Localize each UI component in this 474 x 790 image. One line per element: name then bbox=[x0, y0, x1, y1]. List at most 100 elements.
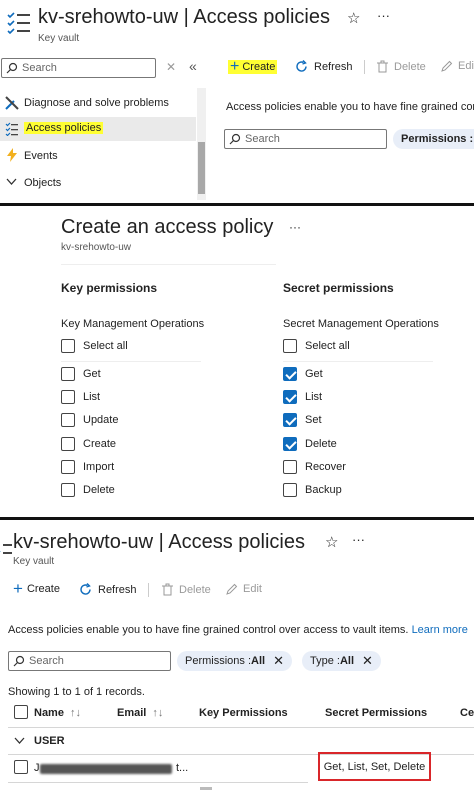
favorite-star-icon[interactable]: ☆ bbox=[347, 9, 360, 27]
permissions-filter-label: Permissions : bbox=[185, 655, 252, 667]
collapse-sidebar-icon[interactable]: « bbox=[189, 58, 197, 74]
create-button-label: Create bbox=[26, 583, 60, 595]
trash-icon bbox=[377, 60, 388, 73]
sidebar-scrollbar[interactable] bbox=[197, 88, 206, 200]
permission-checkbox[interactable] bbox=[283, 367, 297, 381]
row-email: t... bbox=[176, 762, 189, 774]
edit-button[interactable]: Edi bbox=[441, 60, 474, 72]
column-header-secret-permissions[interactable]: Secret Permissions bbox=[325, 707, 427, 719]
learn-more-link[interactable]: Learn more bbox=[412, 624, 468, 636]
user-group-toggle[interactable]: USER bbox=[14, 735, 65, 747]
refresh-button[interactable]: Refresh bbox=[79, 583, 137, 596]
key-select-all-checkbox[interactable] bbox=[61, 339, 75, 353]
plus-icon: + bbox=[230, 58, 240, 75]
pencil-icon bbox=[226, 583, 238, 595]
column-header-label: Email bbox=[117, 707, 147, 719]
key-select-all-label: Select all bbox=[83, 340, 128, 352]
page-subtitle: Key vault bbox=[13, 556, 55, 567]
column-header-email[interactable]: Email ↑↓ bbox=[117, 707, 163, 719]
page-title: kv-srehowto-uw | Access policies bbox=[13, 531, 305, 553]
refresh-icon bbox=[296, 60, 307, 72]
column-header-name[interactable]: Name ↑↓ bbox=[34, 707, 81, 719]
permissions-filter-value: All bbox=[251, 655, 266, 667]
sidebar-item-objects[interactable]: Objects bbox=[0, 172, 196, 194]
more-options-icon[interactable]: ··· bbox=[377, 8, 390, 23]
type-filter-pill[interactable]: Type : All ✕ bbox=[302, 651, 381, 671]
permission-checkbox[interactable] bbox=[61, 367, 75, 381]
content-search-input[interactable]: Search bbox=[8, 651, 171, 671]
column-header-ce[interactable]: Ce bbox=[460, 707, 474, 719]
secret-permissions-heading: Secret permissions bbox=[283, 281, 394, 295]
favorite-star-icon[interactable]: ☆ bbox=[325, 533, 338, 551]
edit-button[interactable]: Edit bbox=[226, 583, 262, 595]
content-search-input[interactable]: Search bbox=[224, 129, 387, 149]
row-divider bbox=[8, 782, 308, 783]
permission-checkbox[interactable] bbox=[61, 460, 75, 474]
group-label: USER bbox=[34, 735, 65, 747]
permission-checkbox[interactable] bbox=[283, 437, 297, 451]
secret-select-all-checkbox[interactable] bbox=[283, 339, 297, 353]
permission-label: Delete bbox=[83, 484, 115, 496]
select-all-divider bbox=[61, 361, 201, 362]
pencil-icon bbox=[441, 60, 453, 72]
sidebar-search-input[interactable]: Search bbox=[1, 58, 156, 78]
permission-checkbox[interactable] bbox=[283, 390, 297, 404]
remove-filter-icon[interactable]: ✕ bbox=[273, 653, 284, 669]
page-title: kv-srehowto-uw | Access policies bbox=[38, 6, 330, 28]
more-options-icon[interactable]: ··· bbox=[289, 220, 301, 234]
info-text-body: Access policies enable you to have fine … bbox=[8, 624, 409, 636]
permission-label: Get bbox=[305, 368, 323, 380]
permission-checkbox[interactable] bbox=[283, 483, 297, 497]
more-options-icon[interactable]: ··· bbox=[352, 532, 365, 547]
panel-vault-access-policies-top: kv-srehowto-uw | Access policies Key vau… bbox=[0, 0, 474, 204]
delete-button-label: Delete bbox=[179, 583, 211, 596]
permission-label: Recover bbox=[305, 461, 346, 473]
column-header-key-permissions[interactable]: Key Permissions bbox=[199, 707, 288, 719]
clear-filter-icon[interactable]: ✕ bbox=[166, 60, 176, 74]
remove-filter-icon[interactable]: ✕ bbox=[362, 653, 373, 669]
secret-select-all-label: Select all bbox=[305, 340, 350, 352]
permission-checkbox[interactable] bbox=[283, 413, 297, 427]
sort-arrows-icon: ↑↓ bbox=[152, 707, 164, 719]
delete-button[interactable]: Delete bbox=[377, 60, 426, 73]
permission-checkbox[interactable] bbox=[61, 437, 75, 451]
toolbar-divider bbox=[364, 60, 365, 74]
permission-label: Update bbox=[83, 414, 119, 426]
permission-checkbox[interactable] bbox=[61, 390, 75, 404]
sidebar-item-events[interactable]: Events bbox=[0, 145, 196, 167]
search-icon bbox=[6, 62, 18, 74]
blade-subtitle: kv-srehowto-uw bbox=[61, 242, 132, 253]
chevron-down-icon bbox=[14, 737, 25, 744]
create-button[interactable]: + Create bbox=[228, 58, 278, 76]
permissions-filter-label: Permissions : A bbox=[401, 133, 474, 145]
toolbar-divider bbox=[148, 583, 149, 597]
records-count: Showing 1 to 1 of 1 records. bbox=[8, 686, 145, 698]
sidebar-item-access-policies[interactable]: Access policies bbox=[0, 117, 196, 141]
sidebar-scrollbar-thumb[interactable] bbox=[198, 142, 205, 194]
select-all-rows-checkbox[interactable] bbox=[14, 705, 28, 719]
table-row[interactable]: J t... Get, List, Set, Delete bbox=[8, 752, 474, 784]
permission-label: Get bbox=[83, 368, 101, 380]
diagnose-wrench-icon bbox=[5, 96, 19, 110]
panel-vault-access-policies-list: kv-srehowto-uw | Access policies Key vau… bbox=[0, 520, 474, 790]
row-checkbox[interactable] bbox=[14, 760, 28, 774]
permission-checkbox[interactable] bbox=[61, 483, 75, 497]
permission-checkbox[interactable] bbox=[283, 460, 297, 474]
sort-arrows-icon: ↑↓ bbox=[69, 707, 81, 719]
sidebar-item-label: Objects bbox=[24, 177, 62, 189]
permission-label: List bbox=[305, 391, 323, 403]
refresh-button[interactable]: Refresh bbox=[295, 60, 353, 73]
create-button[interactable]: + Create bbox=[13, 580, 60, 597]
permission-checkbox[interactable] bbox=[61, 413, 75, 427]
permissions-filter-pill[interactable]: Permissions : All ✕ bbox=[177, 651, 292, 671]
panel-create-access-policy: Create an access policy ··· kv-srehowto-… bbox=[0, 206, 474, 517]
refresh-button-label: Refresh bbox=[314, 60, 353, 73]
permissions-filter-pill[interactable]: Permissions : A bbox=[393, 129, 474, 149]
column-header-label: Name bbox=[34, 707, 64, 719]
delete-button[interactable]: Delete bbox=[162, 583, 211, 596]
sidebar-item-label: Access policies bbox=[24, 122, 104, 134]
edit-button-label: Edit bbox=[243, 583, 262, 595]
sidebar-item-diagnose[interactable]: Diagnose and solve problems bbox=[0, 93, 196, 115]
refresh-icon bbox=[80, 583, 91, 595]
delete-button-label: Delete bbox=[394, 60, 426, 73]
